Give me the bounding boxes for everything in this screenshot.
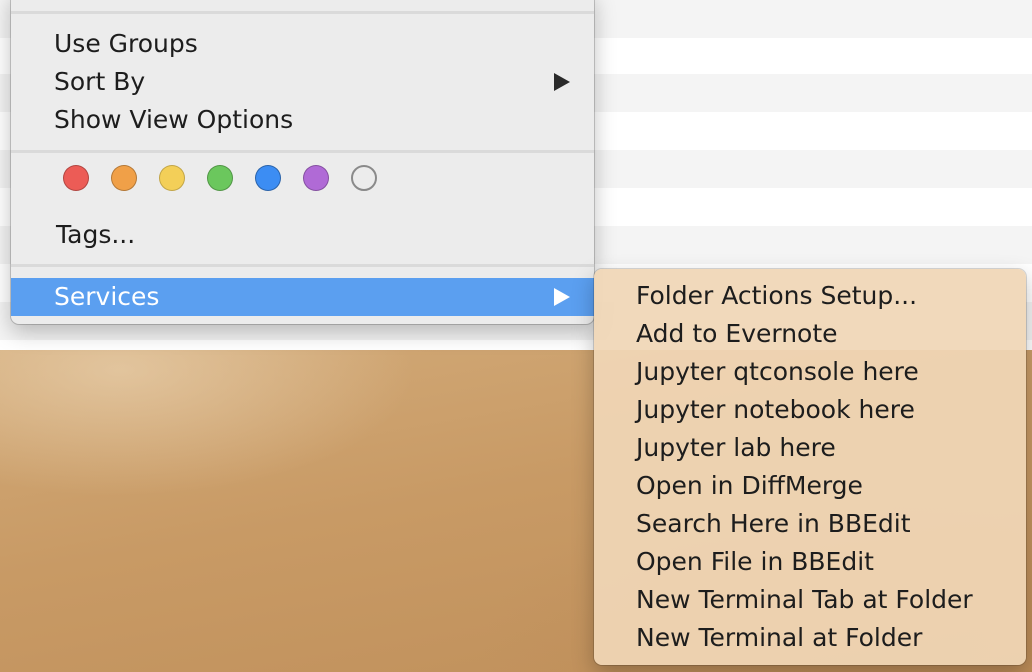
submenu-arrow-icon xyxy=(554,73,570,91)
menu-separator xyxy=(11,264,594,267)
submenu-item-jupyter-qtconsole[interactable]: Jupyter qtconsole here xyxy=(636,355,919,389)
submenu-item-open-file-bbedit[interactable]: Open File in BBEdit xyxy=(636,545,874,579)
menu-item-tags[interactable]: Tags... xyxy=(56,218,135,252)
services-label: Services xyxy=(54,282,160,311)
menu-item-use-groups[interactable]: Use Groups xyxy=(54,27,198,61)
menu-item-show-view-options[interactable]: Show View Options xyxy=(54,103,293,137)
submenu-item-search-bbedit[interactable]: Search Here in BBEdit xyxy=(636,507,911,541)
submenu-item-add-to-evernote[interactable]: Add to Evernote xyxy=(636,317,838,351)
tag-purple-icon[interactable] xyxy=(303,165,329,191)
menu-item-sort-by[interactable]: Sort By xyxy=(54,65,145,99)
tag-orange-icon[interactable] xyxy=(111,165,137,191)
submenu-arrow-icon xyxy=(554,288,570,306)
submenu-item-open-in-diffmerge[interactable]: Open in DiffMerge xyxy=(636,469,863,503)
submenu-item-new-terminal[interactable]: New Terminal at Folder xyxy=(636,621,922,655)
submenu-item-jupyter-notebook[interactable]: Jupyter notebook here xyxy=(636,393,915,427)
menu-separator xyxy=(11,150,594,153)
submenu-item-jupyter-lab[interactable]: Jupyter lab here xyxy=(636,431,836,465)
menu-separator xyxy=(11,11,594,14)
tag-green-icon[interactable] xyxy=(207,165,233,191)
context-menu: Use Groups Sort By Show View Options Tag… xyxy=(11,0,594,324)
submenu-item-folder-actions-setup[interactable]: Folder Actions Setup... xyxy=(636,279,917,313)
tag-gray-icon[interactable] xyxy=(351,165,377,191)
menu-item-services[interactable]: Services xyxy=(11,278,594,316)
tag-yellow-icon[interactable] xyxy=(159,165,185,191)
services-submenu: Folder Actions Setup... Add to Evernote … xyxy=(594,269,1026,665)
tag-blue-icon[interactable] xyxy=(255,165,281,191)
tag-red-icon[interactable] xyxy=(63,165,89,191)
submenu-item-new-terminal-tab[interactable]: New Terminal Tab at Folder xyxy=(636,583,973,617)
